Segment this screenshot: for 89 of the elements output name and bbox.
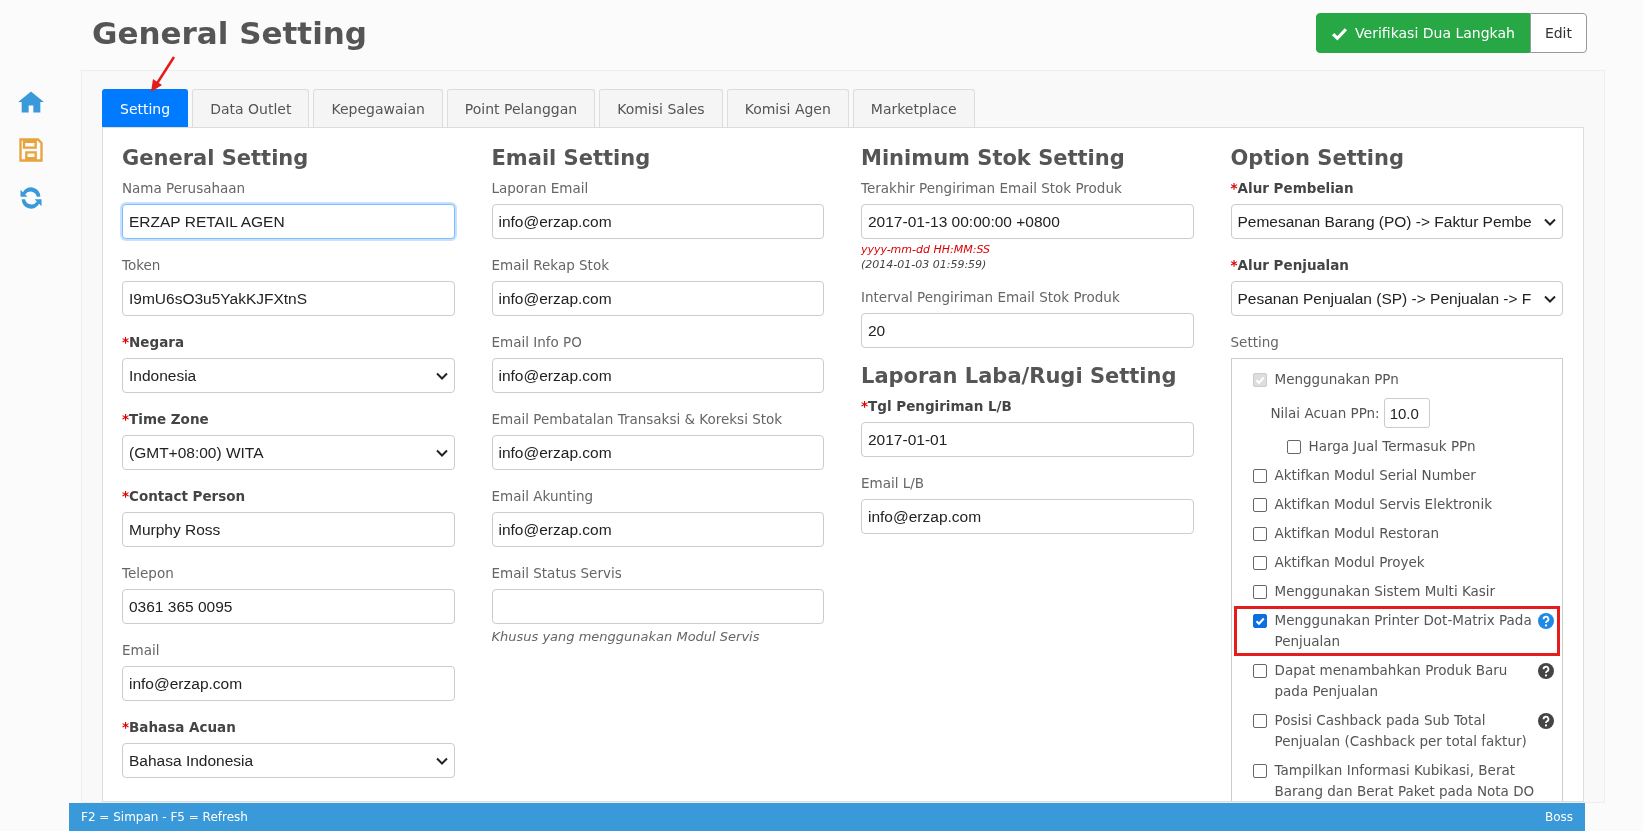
select-field[interactable]: Indonesia bbox=[122, 358, 455, 393]
shortcut-hint: F2 = Simpan - F5 = Refresh bbox=[81, 810, 248, 824]
select-field[interactable]: Bahasa Indonesia bbox=[122, 743, 455, 778]
field-label: Setting bbox=[1230, 333, 1280, 352]
select-field[interactable]: Pesanan Penjualan (SP) -> Penjualan -> F bbox=[1230, 281, 1563, 316]
input-field[interactable]: 20 bbox=[861, 313, 1194, 348]
input-field[interactable]: Murphy Ross bbox=[122, 512, 455, 547]
select-field[interactable]: Pemesanan Barang (PO) -> Faktur Pembe bbox=[1230, 204, 1563, 239]
format-hint: yyyy-mm-dd HH:MM:SS bbox=[861, 243, 991, 256]
input-field[interactable]: info@erzap.com bbox=[122, 666, 455, 701]
field-label: Email bbox=[122, 641, 161, 660]
chevron-down-icon bbox=[1544, 294, 1556, 303]
input-field[interactable]: info@erzap.com bbox=[491, 512, 824, 547]
checkbox[interactable] bbox=[1252, 527, 1267, 541]
chevron-down-icon bbox=[435, 371, 448, 380]
field-label: Token bbox=[122, 256, 162, 275]
input-field[interactable]: info@erzap.com bbox=[861, 499, 1194, 534]
field-label: Terakhir Pengiriman Email Stok Produk bbox=[861, 179, 1123, 198]
help-icon[interactable] bbox=[1538, 663, 1554, 679]
input-field[interactable]: ERZAP RETAIL AGEN bbox=[122, 204, 455, 239]
chevron-down-icon bbox=[1544, 217, 1556, 226]
input-field[interactable]: 2017-01-01 bbox=[861, 422, 1194, 457]
checkbox-label: Aktifkan Modul Restoran bbox=[1274, 524, 1441, 543]
field-label: Email Status Servis bbox=[491, 564, 623, 583]
input-field[interactable]: I9mU6sO3u5YakKJFXtnS bbox=[122, 281, 455, 316]
section-heading: Laporan Laba/Rugi Setting bbox=[861, 364, 1178, 388]
input-field[interactable]: info@erzap.com bbox=[491, 281, 824, 316]
checkbox[interactable] bbox=[1252, 498, 1267, 512]
field-label: Telepon bbox=[122, 564, 175, 583]
field-label: Laporan Email bbox=[491, 179, 590, 198]
field-label: Nama Perusahaan bbox=[122, 179, 247, 198]
chevron-down-icon bbox=[435, 756, 448, 765]
chevron-down-icon bbox=[435, 448, 448, 457]
tab[interactable]: Kepegawaian bbox=[313, 89, 443, 127]
checkbox[interactable] bbox=[1252, 469, 1267, 483]
checkbox[interactable] bbox=[1252, 764, 1267, 778]
input-field[interactable] bbox=[491, 589, 824, 624]
checkbox-label: Harga Jual Termasuk PPn bbox=[1308, 437, 1477, 456]
checkbox-label: Aktifkan Modul Servis Elektronik bbox=[1274, 495, 1493, 514]
checkbox-label: Menggunakan Sistem Multi Kasir bbox=[1274, 582, 1497, 601]
section-heading: Email Setting bbox=[491, 146, 652, 170]
checkbox-label: Posisi Cashback pada Sub Total Penjualan (Cashback per total faktur) bbox=[1274, 711, 1528, 751]
annotation-arrow bbox=[148, 55, 178, 95]
page-title: General Setting bbox=[92, 15, 368, 51]
field-label: Email L/B bbox=[861, 474, 926, 493]
field-label: Email Rekap Stok bbox=[491, 256, 610, 275]
input-field[interactable]: 0361 365 0095 bbox=[122, 589, 455, 624]
help-icon[interactable] bbox=[1538, 713, 1554, 729]
tab[interactable]: Data Outlet bbox=[192, 89, 310, 127]
field-label: *Time Zone bbox=[122, 410, 210, 429]
input-field[interactable]: info@erzap.com bbox=[491, 204, 824, 239]
section-heading: Minimum Stok Setting bbox=[861, 146, 1126, 170]
checkbox-label: Tampilkan Informasi Kubikasi, Berat Barang dan Berat Paket pada Nota DO bbox=[1274, 761, 1536, 801]
field-label: *Contact Person bbox=[122, 487, 247, 506]
checkbox-label: Menggunakan Printer Dot-Matrix Pada Penjualan bbox=[1274, 611, 1533, 651]
field-label: *Tgl Pengiriman L/B bbox=[861, 397, 1013, 416]
field-label: Interval Pengiriman Email Stok Produk bbox=[861, 288, 1121, 307]
checkbox-label: Menggunakan PPn bbox=[1274, 370, 1400, 389]
checkbox-label: Dapat menambahkan Produk Baru pada Penjualan bbox=[1274, 661, 1509, 701]
section-heading: Option Setting bbox=[1230, 146, 1405, 170]
section-heading: General Setting bbox=[122, 146, 310, 170]
checkbox[interactable] bbox=[1252, 614, 1267, 628]
field-label: *Negara bbox=[122, 333, 186, 352]
edit-button[interactable]: Edit bbox=[1529, 13, 1587, 53]
field-label: *Alur Pembelian bbox=[1230, 179, 1355, 198]
checkbox-label: Aktifkan Modul Proyek bbox=[1274, 553, 1426, 572]
example-hint: (2014-01-03 01:59:59) bbox=[861, 258, 988, 271]
checkbox[interactable] bbox=[1252, 556, 1267, 570]
checkbox[interactable] bbox=[1252, 664, 1267, 678]
checkbox[interactable] bbox=[1252, 585, 1267, 599]
tab[interactable]: Komisi Agen bbox=[726, 89, 849, 127]
input-field[interactable]: info@erzap.com bbox=[491, 358, 824, 393]
tab[interactable]: Marketplace bbox=[852, 89, 975, 127]
field-label: Email Pembatalan Transaksi & Koreksi Stok bbox=[491, 410, 784, 429]
field-label: Nilai Acuan PPn: bbox=[1270, 403, 1380, 423]
input-field[interactable]: info@erzap.com bbox=[491, 435, 824, 470]
input-field[interactable]: 2017-01-13 00:00:00 +0800 bbox=[861, 204, 1194, 239]
select-field[interactable]: (GMT+08:00) WITA bbox=[122, 435, 455, 470]
tab[interactable]: Komisi Sales bbox=[599, 89, 723, 127]
tab[interactable]: Setting bbox=[102, 89, 189, 127]
tab[interactable]: Point Pelanggan bbox=[446, 89, 596, 127]
field-label: *Alur Penjualan bbox=[1230, 256, 1350, 275]
field-label: Email Akunting bbox=[491, 487, 595, 506]
field-label: Email Info PO bbox=[491, 333, 583, 352]
checkbox-label: Aktifkan Modul Serial Number bbox=[1274, 466, 1477, 485]
checkbox[interactable] bbox=[1252, 714, 1267, 728]
field-label: *Bahasa Acuan bbox=[122, 718, 237, 737]
user-name: Boss bbox=[1544, 810, 1573, 824]
field-note: Khusus yang menggunakan Modul Servis bbox=[491, 629, 761, 644]
